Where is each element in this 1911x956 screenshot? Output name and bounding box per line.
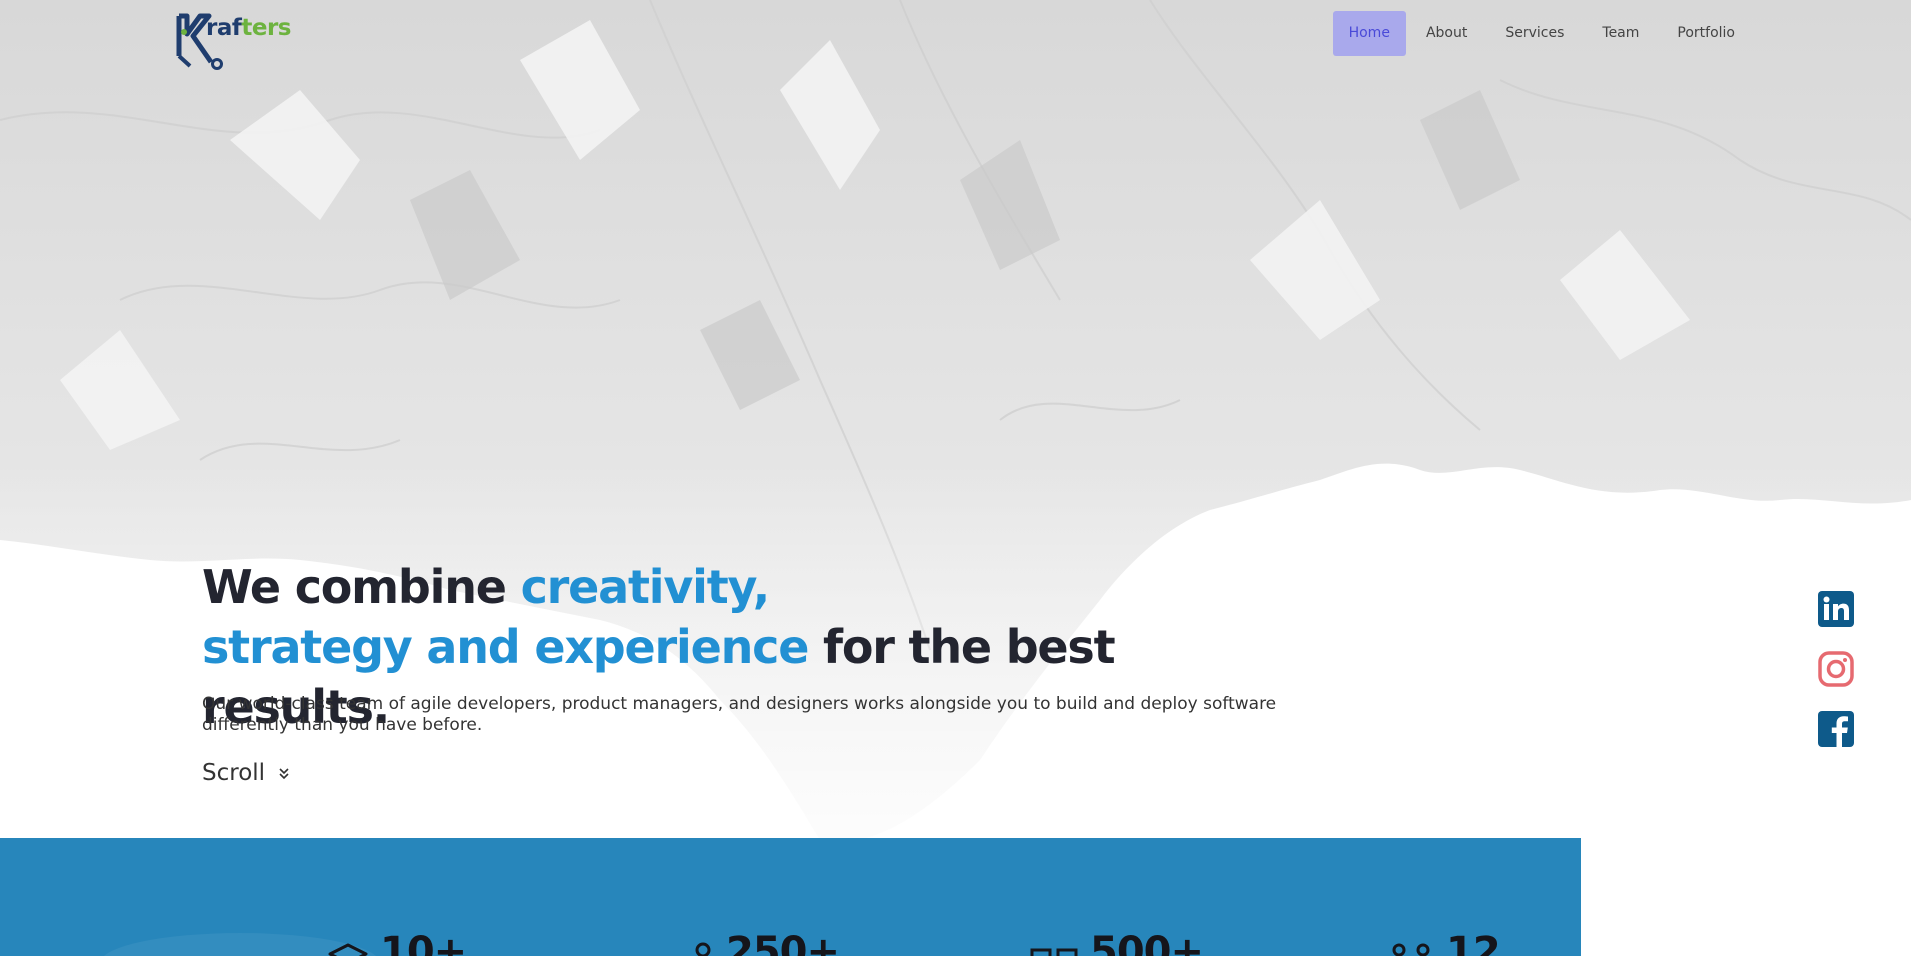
- hero-subtext: Our world-class team of agile developers…: [202, 694, 1277, 735]
- stat-item: 12: [1388, 929, 1501, 956]
- graduation-cap-icon: [328, 943, 368, 956]
- stat-item: 250+: [692, 929, 840, 956]
- linkedin-icon[interactable]: [1817, 590, 1855, 628]
- social-links: [1817, 590, 1855, 770]
- scroll-label: Scroll: [202, 760, 266, 786]
- stat-value: 12: [1446, 929, 1501, 956]
- nav-services[interactable]: Services: [1487, 11, 1582, 56]
- scroll-down-link[interactable]: Scroll: [202, 760, 289, 786]
- site-header: rafters Home About Services Team Portfol…: [0, 0, 1911, 70]
- stat-item: 500+: [1030, 929, 1204, 956]
- main-navigation: Home About Services Team Portfolio: [1331, 11, 1753, 56]
- person-icon: [695, 942, 711, 956]
- headline-part1: We combine: [202, 560, 507, 614]
- facebook-icon[interactable]: [1817, 710, 1855, 748]
- nav-about[interactable]: About: [1408, 11, 1485, 56]
- double-chevron-down-icon: [279, 768, 289, 780]
- nav-portfolio[interactable]: Portfolio: [1659, 11, 1753, 56]
- logo-wordmark: rafters: [206, 15, 292, 41]
- krafters-logo[interactable]: rafters: [176, 10, 292, 70]
- stats-band: 10+ 250+ 500+ 12: [0, 838, 1581, 956]
- nav-team[interactable]: Team: [1584, 11, 1657, 56]
- projects-icon: [1030, 948, 1078, 956]
- team-icon: [1392, 943, 1430, 956]
- stat-value: 250+: [726, 929, 840, 956]
- nav-home[interactable]: Home: [1332, 11, 1406, 56]
- headline-accent2: strategy and experience: [202, 620, 809, 674]
- stat-value: 10+: [380, 929, 467, 956]
- instagram-icon[interactable]: [1817, 650, 1855, 688]
- stat-item: 10+: [328, 929, 467, 956]
- headline-accent1: creativity,: [520, 560, 771, 614]
- stat-value: 500+: [1090, 929, 1204, 956]
